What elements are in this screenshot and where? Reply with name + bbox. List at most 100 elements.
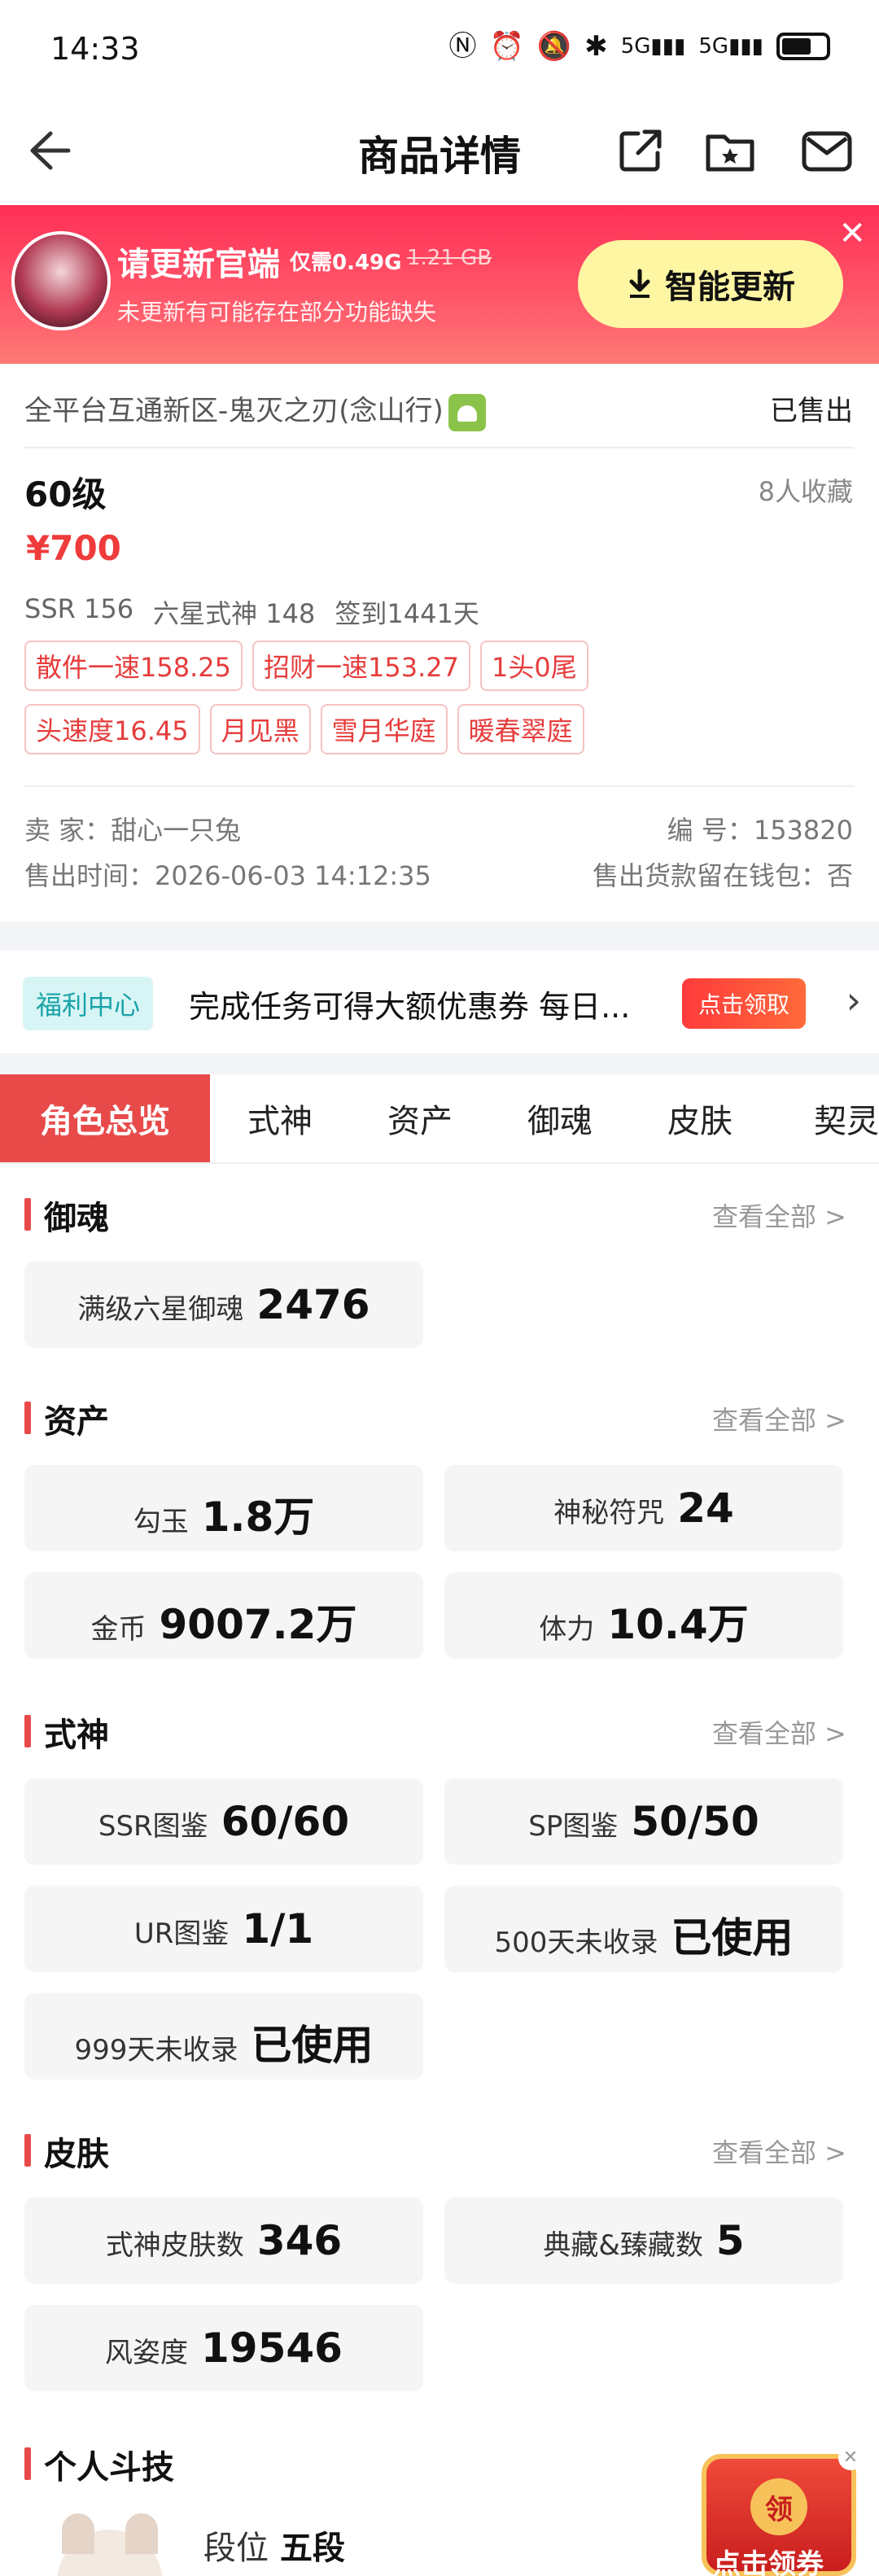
stat-card: 500天未收录 已使用 (444, 1886, 843, 1972)
android-icon (448, 393, 486, 431)
tag: 散件一速158.25 (24, 641, 243, 691)
tab-skins[interactable]: 皮肤 (630, 1074, 770, 1162)
stat-label: 满级六星御魂 (77, 1293, 244, 1326)
claim-button[interactable]: 点击领取 (682, 978, 806, 1029)
divider (24, 447, 855, 448)
tab-overview[interactable]: 角色总览 (0, 1074, 210, 1162)
section-title: 皮肤 (44, 2136, 109, 2173)
stat-card: SP图鉴 50/50 (444, 1778, 843, 1865)
alarm-icon: ⏰ (489, 30, 524, 63)
section-title: 御魂 (44, 1200, 109, 1237)
spec-six-star: 六星式神 148 (153, 598, 316, 629)
tag-row: 散件一速158.25 招财一速153.27 1头0尾 (24, 641, 855, 691)
pvp-rank-label: 段位 (203, 2530, 269, 2567)
message-icon[interactable] (798, 122, 855, 179)
nav-bar: 商品详情 (0, 106, 879, 199)
stat-label: 体力 (539, 1613, 595, 1646)
view-all-link[interactable]: 查看全部 > (712, 1196, 846, 1234)
stat-card: 式神皮肤数 346 (24, 2198, 423, 2284)
chevron-right-icon[interactable]: › (846, 978, 861, 1022)
stat-card: 满级六星御魂 2476 (24, 1262, 423, 1348)
stat-value: 9007.2万 (159, 1601, 357, 1648)
stat-card: 神秘符咒 24 (444, 1465, 843, 1551)
divider (24, 785, 855, 787)
role-level: 60级 (24, 475, 107, 514)
stat-label: 999天未收录 (74, 2034, 238, 2066)
section-bar (24, 1715, 31, 1747)
update-old-size: 1.21 GB (407, 246, 492, 270)
section-shikigami: 式神 查看全部 > (24, 1705, 855, 1754)
welfare-tag: 福利中心 (23, 977, 154, 1030)
spec-ssr: SSR 156 (24, 593, 134, 624)
spec-line: SSR 156 六星式神 148 签到1441天 (24, 593, 479, 631)
stat-card: SSR图鉴 60/60 (24, 1778, 423, 1865)
stat-card: UR图鉴 1/1 (24, 1886, 423, 1972)
pvp-rank: 段位 五段 (203, 2521, 345, 2569)
floating-coupon[interactable]: 领 ✕ 点击领券 (693, 2446, 866, 2576)
separator (0, 1053, 879, 1074)
tab-bar: 角色总览 式神 资产 御魂 皮肤 契灵 (0, 1074, 879, 1164)
view-all-link[interactable]: 查看全部 > (712, 2132, 846, 2170)
stat-value: 50/50 (631, 1798, 759, 1845)
section-title: 资产 (44, 1403, 109, 1441)
stat-label: 神秘符咒 (553, 1497, 665, 1529)
section-assets: 资产 查看全部 > (24, 1392, 855, 1441)
stat-label: 典藏&臻藏数 (543, 2229, 703, 2262)
stat-label: 金币 (90, 1613, 146, 1646)
share-icon[interactable] (612, 122, 669, 179)
bluetooth-icon: ✱ (584, 30, 608, 63)
close-icon[interactable]: ✕ (838, 2446, 863, 2470)
welfare-text: 完成任务可得大额优惠券 每日... (189, 989, 631, 1025)
tab-assets[interactable]: 资产 (350, 1074, 490, 1162)
coupon-coin-icon: 领 (750, 2478, 807, 2535)
favorite-folder-icon[interactable] (702, 122, 759, 179)
spec-checkin: 签到1441天 (335, 598, 479, 629)
tag: 暖春翠庭 (457, 704, 584, 754)
update-banner[interactable]: 请更新官端 仅需0.49G 1.21 GB 未更新有可能存在部分功能缺失 智能更… (0, 205, 879, 364)
section-bar (24, 2134, 31, 2167)
stat-card: 金币 9007.2万 (24, 1572, 423, 1659)
status-time: 14:33 (50, 31, 140, 67)
tab-qiling[interactable]: 契灵 (770, 1074, 879, 1162)
stat-card: 勾玉 1.8万 (24, 1465, 423, 1551)
sold-status: 已售出 (770, 395, 853, 427)
separator (0, 921, 879, 951)
view-all-link[interactable]: 查看全部 > (712, 1713, 846, 1751)
stat-value: 1/1 (242, 1905, 314, 1953)
stat-value: 24 (677, 1485, 734, 1532)
section-title: 个人斗技 (44, 2449, 174, 2486)
welfare-bar[interactable]: 福利中心 完成任务可得大额优惠券 每日... 点击领取 › (0, 954, 879, 1053)
tab-shikigami[interactable]: 式神 (210, 1074, 350, 1162)
stat-value: 1.8万 (201, 1494, 315, 1541)
stat-card: 典藏&臻藏数 5 (444, 2198, 843, 2284)
update-subtitle: 未更新有可能存在部分功能缺失 (117, 299, 437, 326)
section-bar (24, 1402, 31, 1434)
stat-value: 346 (256, 2217, 343, 2264)
wallet-info: 售出货款留在钱包：否 (592, 860, 853, 891)
smart-update-button[interactable]: 智能更新 (578, 240, 843, 328)
avatar (11, 231, 111, 330)
section-bar (24, 1198, 31, 1231)
coupon-label: 点击领券 (713, 2548, 824, 2576)
tab-yuhun[interactable]: 御魂 (490, 1074, 630, 1162)
close-icon[interactable]: ✕ (838, 215, 866, 252)
pvp-avatar (57, 2513, 163, 2576)
tag: 头速度16.45 (24, 704, 200, 754)
stat-label: 风姿度 (105, 2337, 189, 2369)
pvp-rank-value: 五段 (280, 2530, 345, 2567)
update-title: 请更新官端 (117, 246, 280, 283)
server-name: 全平台互通新区-鬼灭之刃(念山行) (24, 395, 444, 427)
section-bar (24, 2447, 31, 2480)
stat-value: 5 (715, 2217, 745, 2264)
stat-label: UR图鉴 (133, 1918, 230, 1950)
download-icon (629, 269, 650, 298)
stat-value: 19546 (201, 2325, 343, 2372)
stat-label: 勾玉 (133, 1506, 189, 1538)
stat-label: 500天未收录 (494, 1927, 658, 1959)
view-all-link[interactable]: 查看全部 > (712, 1400, 846, 1437)
stat-card: 体力 10.4万 (444, 1572, 843, 1659)
signal-icon: 5G▮▮▮ (620, 34, 686, 59)
battery-icon (776, 33, 830, 60)
nfc-icon: Ⓝ (448, 30, 477, 63)
update-size: 仅需0.49G (290, 251, 402, 275)
